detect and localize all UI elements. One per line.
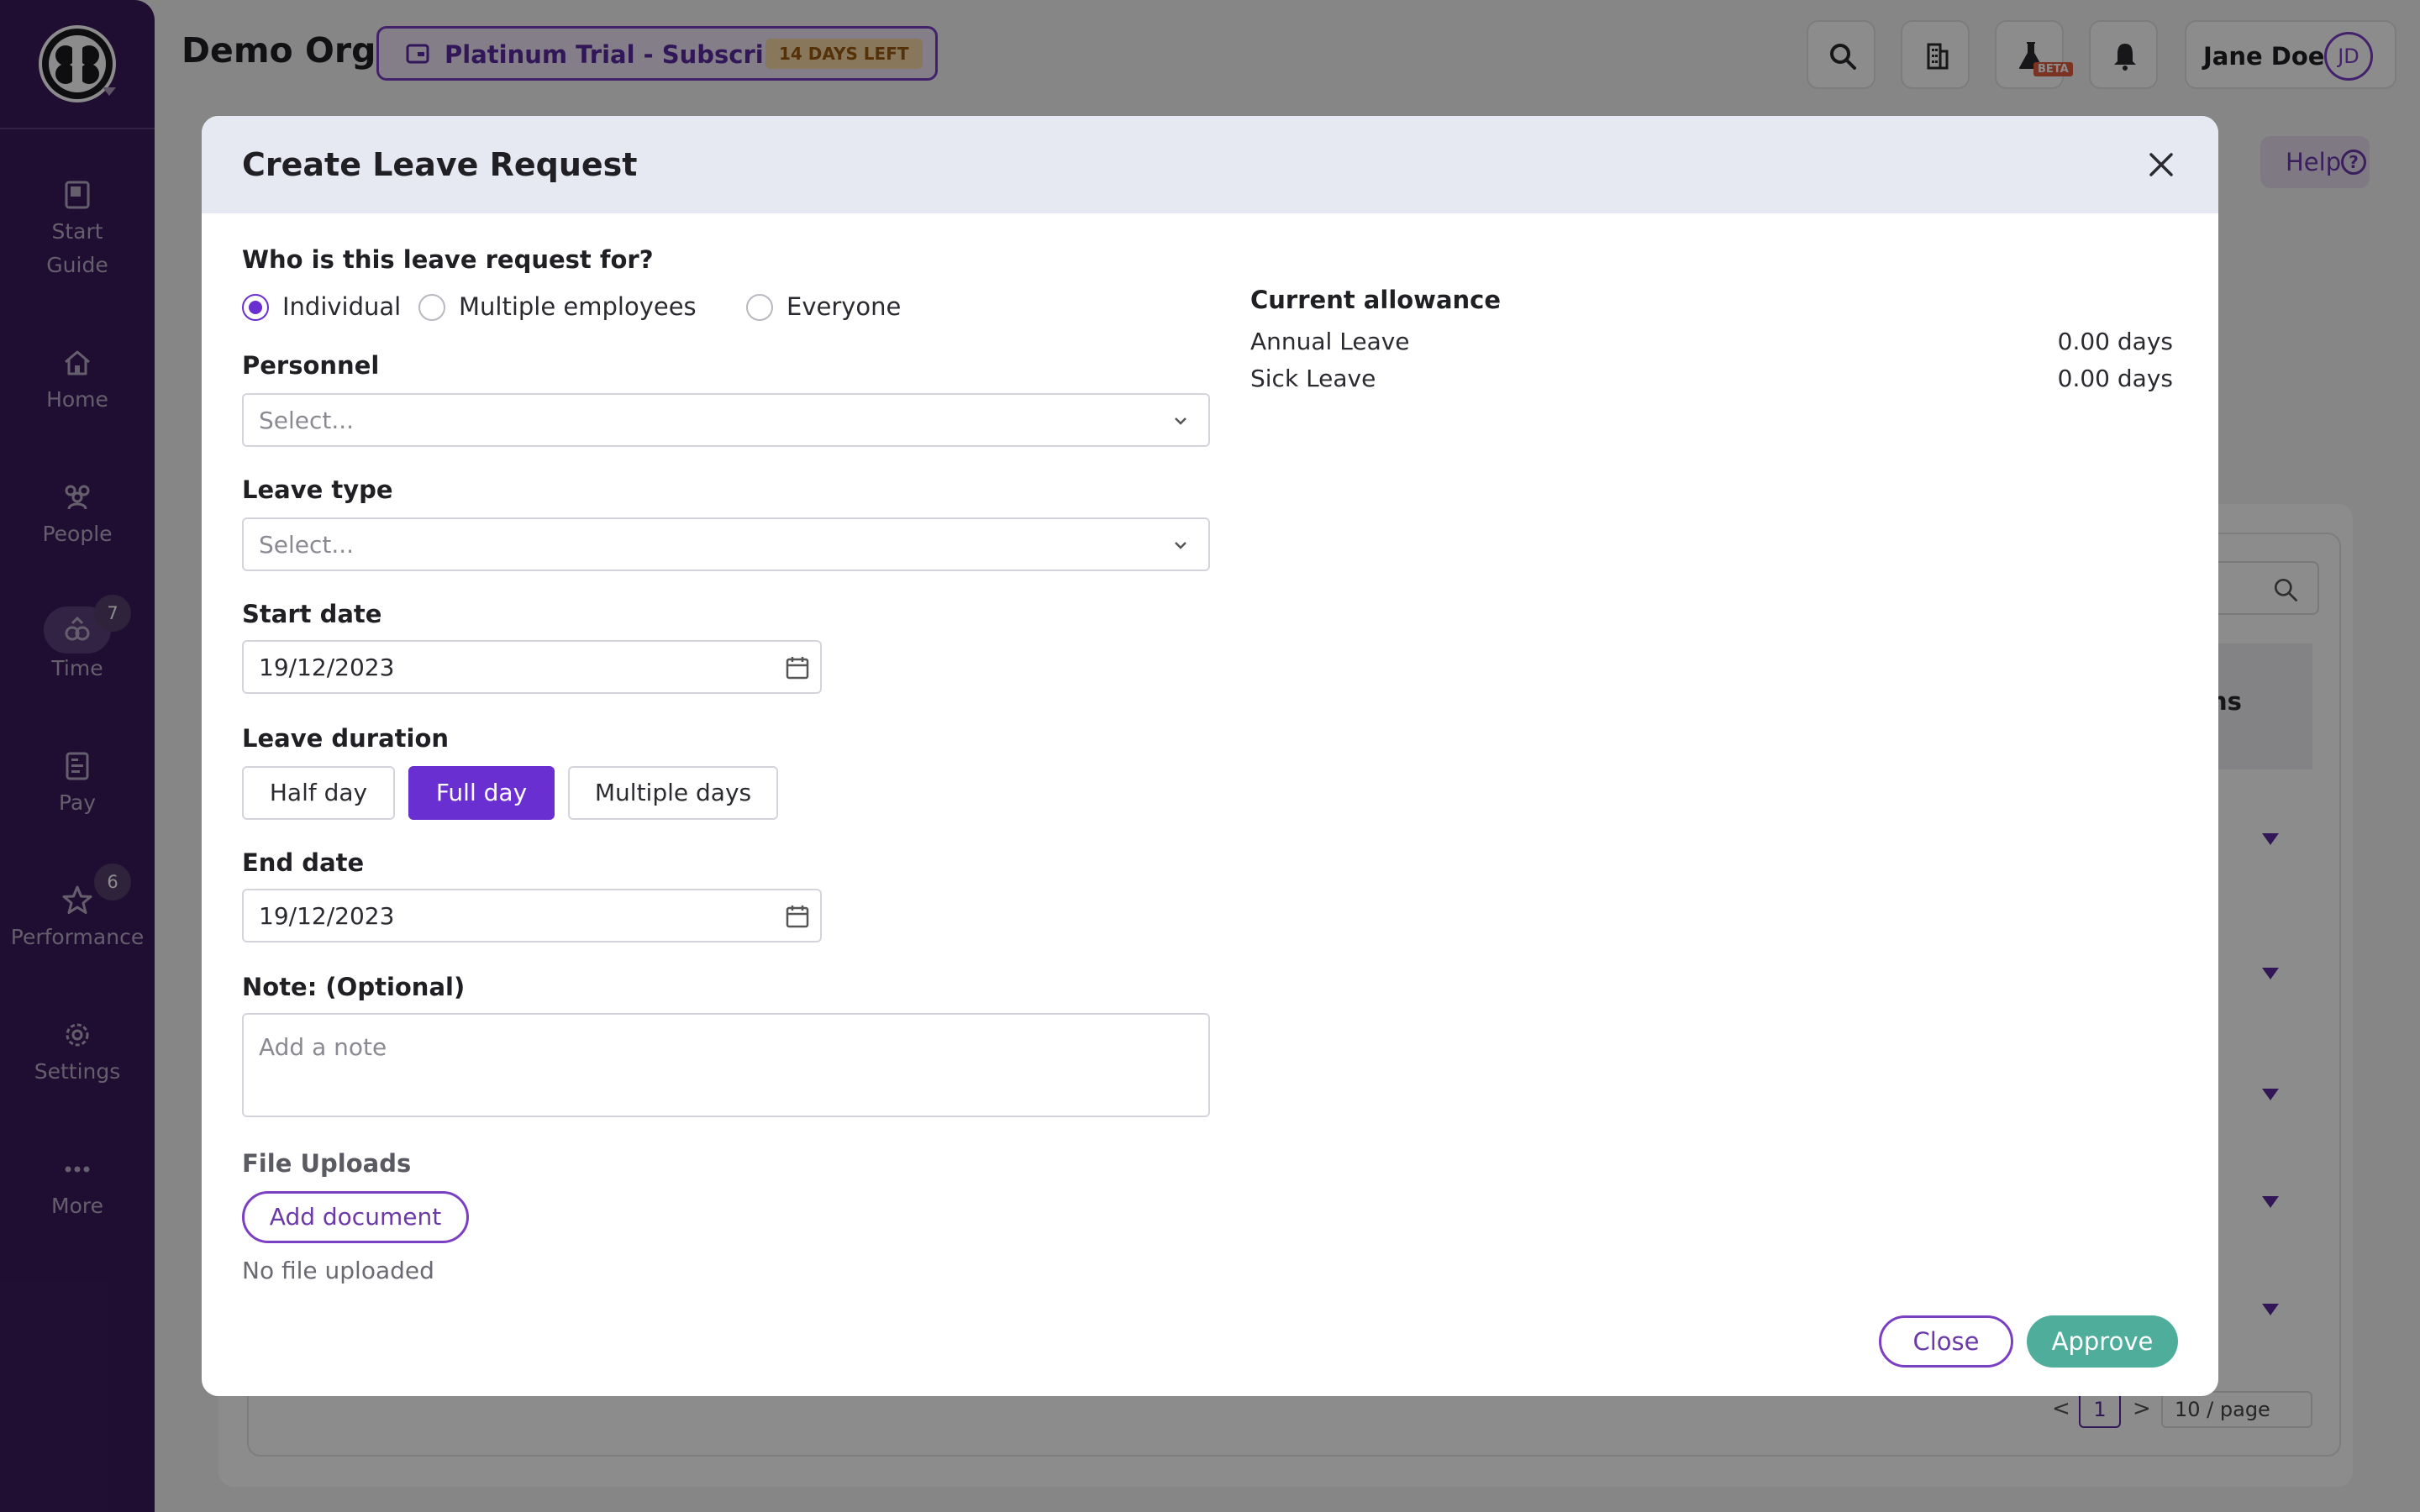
calendar-icon[interactable]: [785, 904, 810, 929]
chevron-down-icon: [1171, 536, 1190, 554]
allowance-name: Annual Leave: [1250, 328, 1410, 355]
end-date-label: End date: [242, 848, 365, 877]
current-allowance-title: Current allowance: [1250, 286, 1502, 314]
start-date-input[interactable]: 19/12/2023: [242, 640, 822, 694]
leave-type-select[interactable]: Select...: [242, 517, 1210, 571]
calendar-icon[interactable]: [785, 655, 810, 680]
modal-header: Create Leave Request: [202, 116, 2218, 213]
leave-type-placeholder: Select...: [259, 531, 355, 559]
radio-label: Everyone: [786, 292, 902, 321]
radio-label: Multiple employees: [459, 292, 697, 321]
who-label: Who is this leave request for?: [242, 245, 654, 274]
close-icon: [2149, 153, 2173, 176]
personnel-select[interactable]: Select...: [242, 393, 1210, 447]
start-date-label: Start date: [242, 600, 382, 628]
chevron-down-icon: [1171, 412, 1190, 430]
end-date-value: 19/12/2023: [259, 902, 395, 930]
allowance-value: 0.00 days: [2057, 365, 2173, 392]
radio-dot: [242, 294, 269, 321]
radio-label: Individual: [282, 292, 402, 321]
leave-type-label: Leave type: [242, 475, 393, 504]
modal-close-button[interactable]: [2143, 146, 2180, 183]
allowance-row-annual: Annual Leave 0.00 days: [1250, 328, 2173, 361]
allowance-name: Sick Leave: [1250, 365, 1376, 392]
start-date-value: 19/12/2023: [259, 654, 395, 681]
duration-half-day-button[interactable]: Half day: [242, 766, 395, 820]
personnel-label: Personnel: [242, 351, 380, 380]
note-textarea[interactable]: Add a note: [242, 1013, 1210, 1117]
note-label: Note: (Optional): [242, 973, 466, 1001]
radio-dot: [746, 294, 773, 321]
add-document-button[interactable]: Add document: [242, 1191, 469, 1243]
end-date-input[interactable]: 19/12/2023: [242, 889, 822, 942]
allowance-row-sick: Sick Leave 0.00 days: [1250, 365, 2173, 398]
allowance-value: 0.00 days: [2057, 328, 2173, 355]
no-file-text: No file uploaded: [242, 1257, 434, 1284]
note-placeholder: Add a note: [259, 1033, 387, 1061]
approve-button[interactable]: Approve: [2027, 1315, 2178, 1368]
file-uploads-label: File Uploads: [242, 1149, 412, 1178]
duration-label: Leave duration: [242, 724, 450, 753]
create-leave-request-modal: Create Leave Request Who is this leave r…: [202, 116, 2218, 1396]
radio-dot: [418, 294, 445, 321]
duration-multiple-days-button[interactable]: Multiple days: [568, 766, 778, 820]
personnel-placeholder: Select...: [259, 407, 355, 434]
duration-full-day-button[interactable]: Full day: [408, 766, 555, 820]
modal-title: Create Leave Request: [242, 146, 638, 183]
close-button[interactable]: Close: [1879, 1315, 2013, 1368]
